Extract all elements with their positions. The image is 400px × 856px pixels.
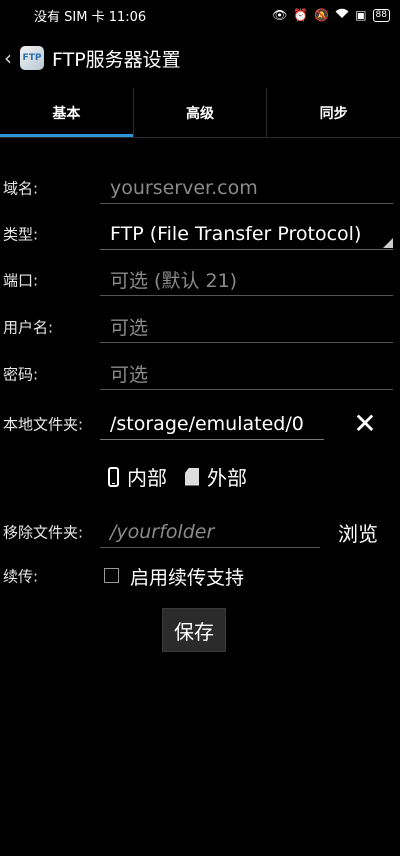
storage-selector: 内部 外部 [108, 462, 247, 491]
type-select[interactable]: FTP (File Transfer Protocol) [100, 218, 393, 250]
domain-label: 域名: [3, 179, 39, 198]
browse-button[interactable]: 浏览 [338, 518, 378, 547]
dropdown-triangle-icon [383, 238, 393, 248]
tab-divider [0, 137, 400, 138]
remote-folder-label: 移除文件夹: [3, 523, 84, 542]
resume-checkbox-label[interactable]: 启用续传支持 [130, 563, 244, 590]
internal-storage-label: 内部 [127, 466, 167, 490]
tab-sync[interactable]: 同步 [266, 88, 400, 138]
domain-input[interactable]: yourserver.com [100, 172, 393, 204]
tab-basic[interactable]: 基本 [0, 88, 133, 138]
type-label: 类型: [3, 225, 39, 244]
wifi-icon [335, 8, 349, 22]
local-folder-row: 本地文件夹: /storage/emulated/0 ✕ [0, 404, 400, 444]
password-label: 密码: [3, 365, 39, 384]
app-bar: ‹ FTP FTP服务器设置 [0, 36, 400, 80]
status-bar: 没有 SIM 卡 11:06 👁 ⏰ 🔕 ▣ 88 [0, 0, 400, 30]
port-input[interactable]: 可选 (默认 21) [100, 264, 393, 296]
username-row: 用户名: 可选 [0, 307, 400, 347]
tab-bar: 基本 高级 同步 [0, 88, 400, 138]
local-folder-input[interactable]: /storage/emulated/0 [100, 408, 324, 440]
alarm-icon: ⏰ [293, 8, 309, 22]
resume-checkbox[interactable] [104, 568, 119, 583]
back-chevron-icon[interactable]: ‹ [4, 46, 18, 70]
sd-card-icon [185, 467, 199, 486]
type-row: 类型: FTP (File Transfer Protocol) [0, 214, 400, 254]
status-icons: 👁 ⏰ 🔕 ▣ 88 [272, 8, 390, 22]
app-logo-icon: FTP [20, 46, 44, 70]
type-select-value: FTP (File Transfer Protocol) [110, 222, 362, 245]
mute-icon: 🔕 [314, 8, 330, 22]
carrier-text: 没有 SIM 卡 [34, 9, 105, 25]
page-title: FTP服务器设置 [52, 48, 181, 71]
battery-icon: 88 [372, 8, 390, 22]
domain-row: 域名: yourserver.com [0, 168, 400, 208]
local-folder-label: 本地文件夹: [3, 415, 84, 434]
clock: 11:06 [108, 9, 147, 25]
save-button[interactable]: 保存 [162, 608, 226, 652]
username-label: 用户名: [3, 318, 54, 337]
nfc-icon: ▣ [355, 8, 367, 22]
username-input[interactable]: 可选 [100, 311, 393, 343]
internal-storage-button[interactable]: 内部 [108, 462, 167, 491]
tab-advanced[interactable]: 高级 [132, 88, 267, 138]
remote-folder-row: 移除文件夹: /yourfolder 浏览 [0, 512, 400, 552]
phone-icon [108, 466, 119, 487]
resume-row: 续传: 启用续传支持 [0, 556, 400, 596]
external-storage-button[interactable]: 外部 [185, 462, 247, 491]
clear-icon[interactable]: ✕ [350, 406, 380, 440]
password-input[interactable]: 可选 [100, 358, 393, 390]
port-label: 端口: [3, 271, 39, 290]
remote-folder-input[interactable]: /yourfolder [100, 516, 320, 548]
eye-icon: 👁 [272, 8, 288, 22]
port-row: 端口: 可选 (默认 21) [0, 260, 400, 300]
status-left: 没有 SIM 卡 11:06 [34, 6, 146, 25]
external-storage-label: 外部 [207, 466, 247, 490]
resume-label: 续传: [3, 567, 39, 586]
password-row: 密码: 可选 [0, 354, 400, 394]
